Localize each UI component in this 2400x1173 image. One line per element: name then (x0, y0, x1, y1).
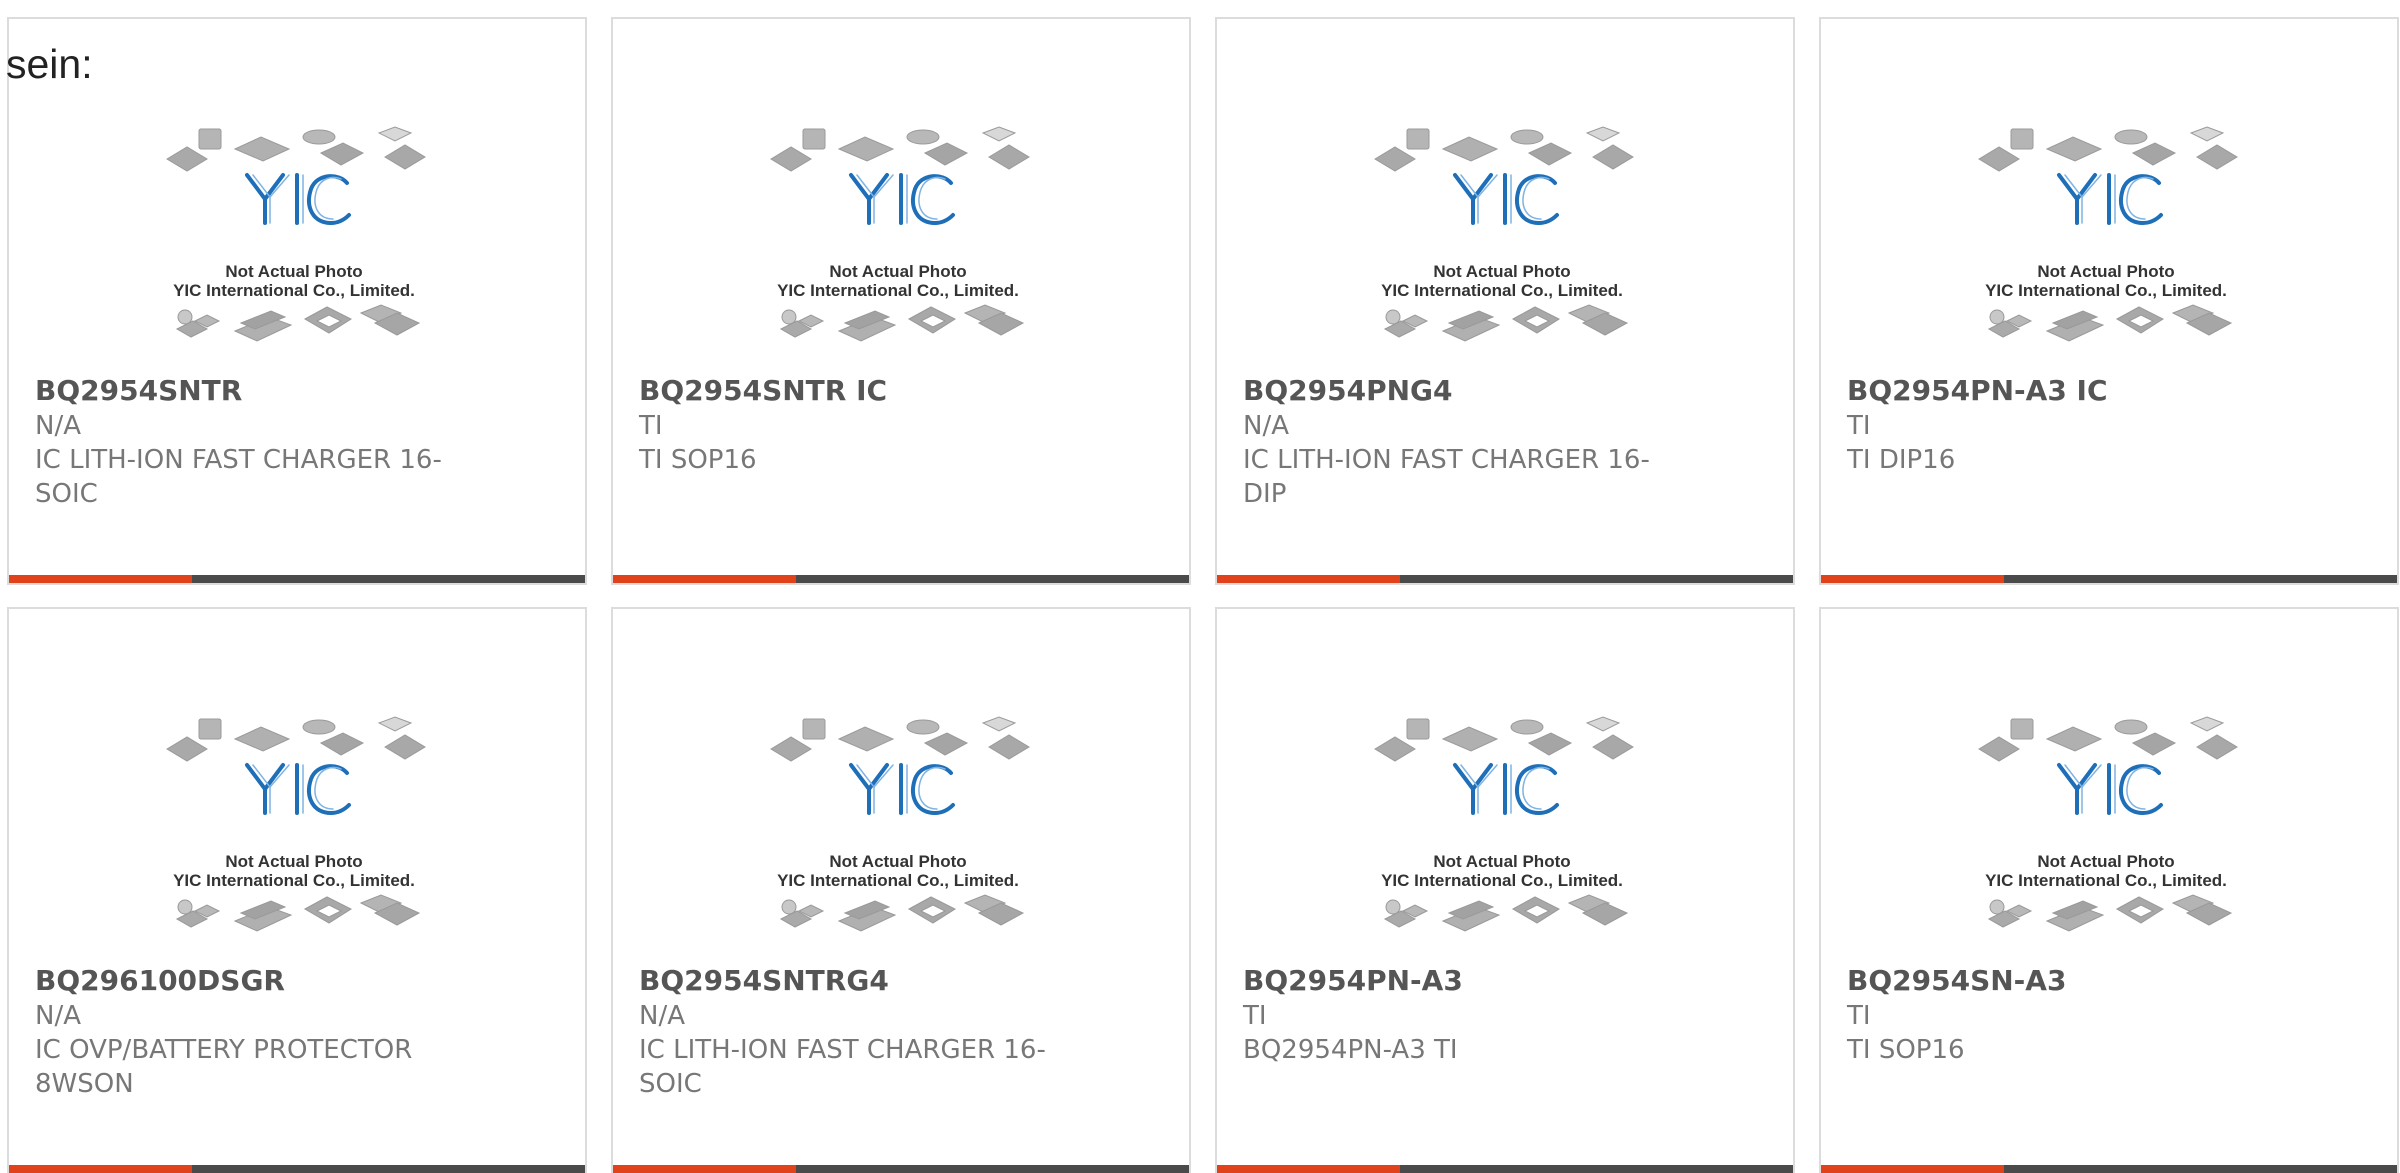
product-info: BQ296100DSGR N/A IC OVP/BATTERY PROTECTO… (35, 963, 465, 1101)
card-bottom-bar (1821, 575, 2397, 583)
product-name[interactable]: BQ2954SNTR (35, 373, 465, 409)
card-bottom-bar (613, 1165, 1189, 1173)
placeholder-caption-line1: Not Actual Photo (225, 262, 362, 281)
product-info: BQ2954SNTRG4 N/A IC LITH-ION FAST CHARGE… (639, 963, 1069, 1101)
card-bottom-bar (613, 575, 1189, 583)
placeholder-graphic: Not Actual Photo YIC International Co., … (1373, 715, 1635, 933)
product-description: TI SOP16 (1847, 1035, 1965, 1065)
product-name[interactable]: BQ2954SNTR IC (639, 373, 1069, 409)
placeholder-graphic: Not Actual Photo YIC International Co., … (769, 715, 1031, 933)
product-name[interactable]: BQ2954PN-A3 (1243, 963, 1673, 999)
placeholder-caption-line1: Not Actual Photo (225, 852, 362, 871)
product-name[interactable]: BQ2954PNG4 (1243, 373, 1673, 409)
card-bottom-bar-accent (613, 1165, 796, 1173)
card-bottom-bar (9, 1165, 585, 1173)
product-card[interactable]: Not Actual Photo YIC International Co., … (1215, 607, 1795, 1173)
card-bottom-bar (1217, 1165, 1793, 1173)
product-grid: Not Actual Photo YIC International Co., … (0, 0, 2400, 1173)
placeholder-caption-line2: YIC International Co., Limited. (1985, 871, 2227, 890)
placeholder-caption-line1: Not Actual Photo (1433, 262, 1570, 281)
placeholder-caption-line2: YIC International Co., Limited. (173, 871, 415, 890)
product-image-placeholder[interactable]: Not Actual Photo YIC International Co., … (9, 109, 585, 369)
product-manufacturer: TI (1847, 1001, 1871, 1031)
placeholder-caption-line1: Not Actual Photo (2037, 262, 2174, 281)
product-manufacturer: N/A (639, 1001, 685, 1031)
card-bottom-bar-accent (1217, 1165, 1400, 1173)
product-card[interactable]: Not Actual Photo YIC International Co., … (7, 17, 587, 585)
product-manufacturer: TI (1243, 1001, 1267, 1031)
product-card[interactable]: Not Actual Photo YIC International Co., … (1819, 17, 2399, 585)
card-bottom-bar-accent (9, 575, 192, 583)
product-manufacturer: TI (1847, 411, 1871, 441)
product-description: IC OVP/BATTERY PROTECTOR 8WSON (35, 1035, 413, 1099)
product-name[interactable]: BQ2954PN-A3 IC (1847, 373, 2277, 409)
card-bottom-bar-accent (1821, 575, 2004, 583)
placeholder-caption-line1: Not Actual Photo (1433, 852, 1570, 871)
card-bottom-bar-accent (613, 575, 796, 583)
product-card[interactable]: Not Actual Photo YIC International Co., … (611, 607, 1191, 1173)
card-bottom-bar (1217, 575, 1793, 583)
card-bottom-bar-accent (1217, 575, 1400, 583)
product-description: BQ2954PN-A3 TI (1243, 1035, 1458, 1065)
product-manufacturer: N/A (35, 1001, 81, 1031)
product-image-placeholder[interactable]: Not Actual Photo YIC International Co., … (1217, 699, 1793, 959)
product-image-placeholder[interactable]: Not Actual Photo YIC International Co., … (613, 699, 1189, 959)
placeholder-graphic: Not Actual Photo YIC International Co., … (165, 715, 427, 933)
product-description: IC LITH-ION FAST CHARGER 16-DIP (1243, 445, 1650, 509)
product-info: BQ2954SNTR N/A IC LITH-ION FAST CHARGER … (35, 373, 465, 511)
product-description: TI SOP16 (639, 445, 757, 475)
card-bottom-bar-accent (1821, 1165, 2004, 1173)
placeholder-caption-line2: YIC International Co., Limited. (1381, 871, 1623, 890)
placeholder-caption-line2: YIC International Co., Limited. (777, 281, 1019, 300)
placeholder-caption-line2: YIC International Co., Limited. (777, 871, 1019, 890)
product-name[interactable]: BQ2954SNTRG4 (639, 963, 1069, 999)
product-card[interactable]: Not Actual Photo YIC International Co., … (1819, 607, 2399, 1173)
product-image-placeholder[interactable]: Not Actual Photo YIC International Co., … (9, 699, 585, 959)
product-description: TI DIP16 (1847, 445, 1956, 475)
card-bottom-bar (9, 575, 585, 583)
product-image-placeholder[interactable]: Not Actual Photo YIC International Co., … (613, 109, 1189, 369)
product-name[interactable]: BQ2954SN-A3 (1847, 963, 2277, 999)
product-card[interactable]: Not Actual Photo YIC International Co., … (1215, 17, 1795, 585)
placeholder-graphic: Not Actual Photo YIC International Co., … (1977, 125, 2239, 343)
product-image-placeholder[interactable]: Not Actual Photo YIC International Co., … (1821, 699, 2397, 959)
placeholder-caption-line2: YIC International Co., Limited. (173, 281, 415, 300)
product-image-placeholder[interactable]: Not Actual Photo YIC International Co., … (1821, 109, 2397, 369)
placeholder-graphic: Not Actual Photo YIC International Co., … (1373, 125, 1635, 343)
product-description: IC LITH-ION FAST CHARGER 16-SOIC (639, 1035, 1046, 1099)
placeholder-caption-line2: YIC International Co., Limited. (1985, 281, 2227, 300)
placeholder-caption-line2: YIC International Co., Limited. (1381, 281, 1623, 300)
placeholder-graphic: Not Actual Photo YIC International Co., … (1977, 715, 2239, 933)
product-info: BQ2954SN-A3 TI TI SOP16 (1847, 963, 2277, 1067)
product-name[interactable]: BQ296100DSGR (35, 963, 465, 999)
product-manufacturer: N/A (1243, 411, 1289, 441)
product-card[interactable]: Not Actual Photo YIC International Co., … (611, 17, 1191, 585)
page-intro-text: sein: (6, 41, 93, 87)
product-description: IC LITH-ION FAST CHARGER 16-SOIC (35, 445, 442, 509)
placeholder-caption-line1: Not Actual Photo (829, 852, 966, 871)
product-info: BQ2954PN-A3 IC TI TI DIP16 (1847, 373, 2277, 477)
placeholder-caption-line1: Not Actual Photo (829, 262, 966, 281)
product-info: BQ2954PN-A3 TI BQ2954PN-A3 TI (1243, 963, 1673, 1067)
placeholder-caption-line1: Not Actual Photo (2037, 852, 2174, 871)
placeholder-graphic: Not Actual Photo YIC International Co., … (769, 125, 1031, 343)
product-manufacturer: N/A (35, 411, 81, 441)
card-bottom-bar (1821, 1165, 2397, 1173)
card-bottom-bar-accent (9, 1165, 192, 1173)
product-manufacturer: TI (639, 411, 663, 441)
product-info: BQ2954SNTR IC TI TI SOP16 (639, 373, 1069, 477)
product-card[interactable]: Not Actual Photo YIC International Co., … (7, 607, 587, 1173)
product-info: BQ2954PNG4 N/A IC LITH-ION FAST CHARGER … (1243, 373, 1673, 511)
product-image-placeholder[interactable]: Not Actual Photo YIC International Co., … (1217, 109, 1793, 369)
placeholder-graphic: Not Actual Photo YIC International Co., … (165, 125, 427, 343)
